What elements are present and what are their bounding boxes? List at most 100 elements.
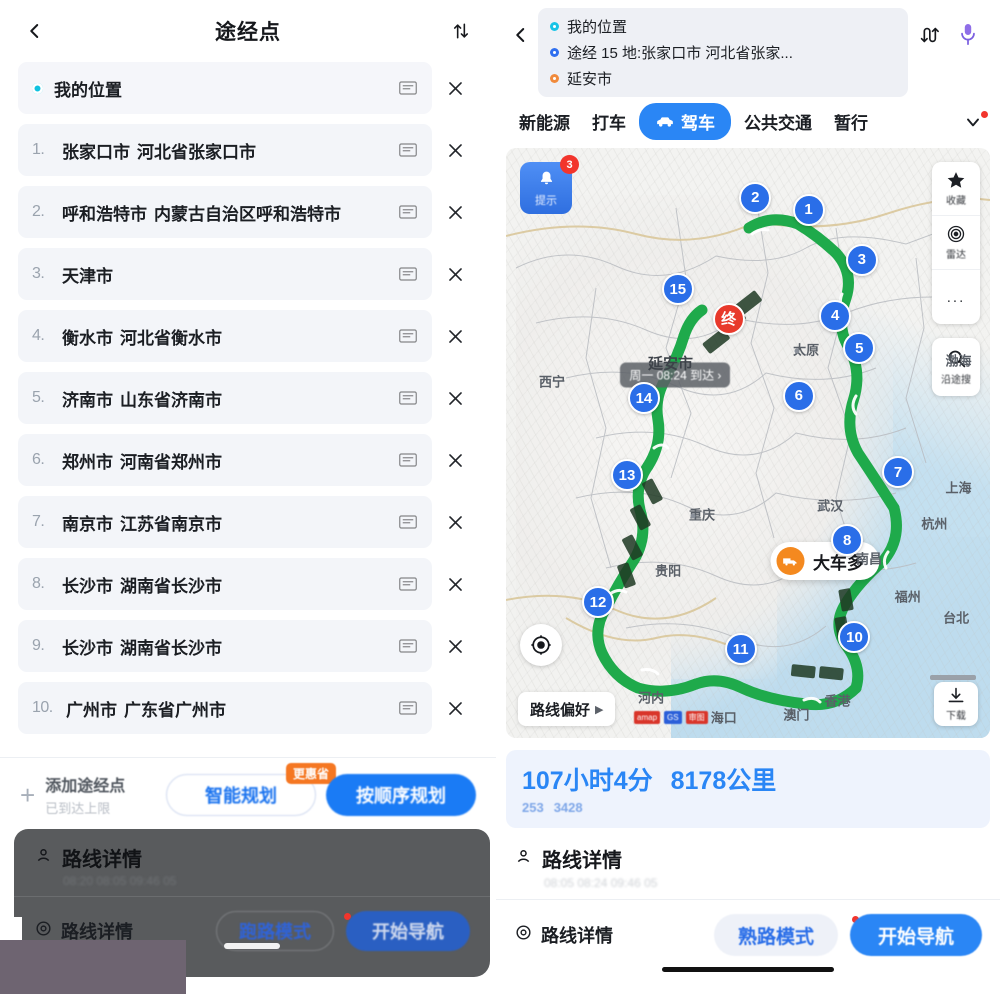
locate-button[interactable] [520, 624, 562, 666]
tips-badge[interactable]: 提示 3 [520, 155, 579, 214]
add-waypoint-texts[interactable]: 添加途经点 已到达上限 [45, 772, 125, 817]
drag-handle-icon[interactable] [398, 576, 418, 592]
list-item[interactable]: 8. 长沙市 湖南省长沙市 [18, 558, 478, 610]
download-button[interactable]: 下载 [934, 682, 978, 726]
favorite-control[interactable]: 收藏 [932, 162, 980, 216]
home-indicator [224, 943, 280, 949]
list-item[interactable]: 7. 南京市 江苏省南京市 [18, 496, 478, 548]
chevron-down-icon[interactable] [956, 110, 990, 132]
waypoint-card[interactable]: 我的位置 [18, 62, 432, 114]
drag-handle-icon[interactable] [398, 700, 418, 716]
download-label: 下载 [946, 711, 966, 722]
waypoint-marker[interactable]: 3 [845, 243, 879, 278]
drag-handle-icon[interactable] [398, 142, 418, 158]
start-navigation-button[interactable]: 开始导航 [346, 911, 470, 951]
waypoint-marker[interactable]: 2 [738, 181, 772, 216]
remove-waypoint-button[interactable] [432, 513, 478, 532]
waypoint-card[interactable]: 9. 长沙市 湖南省长沙市 [18, 620, 432, 672]
drag-handle-icon[interactable] [398, 514, 418, 530]
remove-waypoint-button[interactable] [432, 451, 478, 470]
waypoint-marker[interactable]: 10 [837, 621, 871, 655]
destination-row[interactable]: 延安市 [550, 68, 896, 89]
waypoint-marker[interactable]: 1 [792, 193, 826, 228]
list-item[interactable]: 4. 衡水市 河北省衡水市 [18, 310, 478, 362]
remove-waypoint-button[interactable] [432, 79, 478, 98]
back-button[interactable] [504, 8, 538, 62]
tab-new-energy[interactable]: 新能源 [510, 103, 579, 140]
route-detail-entry[interactable]: 路线详情 [514, 922, 613, 948]
radar-control[interactable]: 雷达 [932, 216, 980, 270]
waypoint-card[interactable]: 7. 南京市 江苏省南京市 [18, 496, 432, 548]
remove-waypoint-button[interactable] [432, 575, 478, 594]
waypoint-card[interactable]: 10. 广州市 广东省广州市 [18, 682, 432, 734]
route-endpoints[interactable]: 我的位置 途经 15 地:张家口市 河北省张家... 延安市 [538, 8, 908, 97]
waypoint-marker[interactable]: 13 [610, 459, 644, 493]
swap-vertical-icon[interactable] [908, 8, 948, 62]
waypoint-card[interactable]: 4. 衡水市 河北省衡水市 [18, 310, 432, 362]
waypoint-marker[interactable]: 5 [842, 332, 876, 366]
waypoint-card[interactable]: 3. 天津市 [18, 248, 432, 300]
tab-public-transit[interactable]: 公共交通 [735, 103, 821, 140]
start-navigation-button[interactable]: 开始导航 [849, 914, 982, 956]
drag-handle-icon[interactable] [398, 80, 418, 96]
waypoint-card[interactable]: 2. 呼和浩特市 内蒙古自治区呼和浩特市 [18, 186, 432, 238]
drag-handle-icon[interactable] [398, 328, 418, 344]
familiar-route-mode-button[interactable]: 熟路模式 [713, 914, 838, 956]
waypoint-marker[interactable]: 12 [581, 586, 615, 620]
list-item[interactable]: 10. 广州市 广东省广州市 [18, 682, 478, 734]
list-item[interactable]: 3. 天津市 [18, 248, 478, 300]
plus-icon[interactable]: + [20, 782, 35, 808]
more-control[interactable]: ... [932, 270, 980, 324]
route-preference-button[interactable]: 路线偏好 ▶ [518, 692, 616, 726]
remove-waypoint-button[interactable] [432, 141, 478, 160]
waypoint-marker[interactable]: 15 [661, 273, 695, 307]
list-item[interactable]: 1. 张家口市 河北省张家口市 [18, 124, 478, 176]
microphone-icon[interactable] [948, 8, 988, 62]
route-summary-card[interactable]: 107小时4分 8178公里 253 3428 [506, 750, 990, 828]
waypoint-marker[interactable]: 6 [782, 379, 816, 414]
drag-handle-icon[interactable] [398, 390, 418, 406]
city-dot-icon [794, 348, 800, 354]
waypoint-name: 张家口市 [62, 142, 130, 162]
waypoint-marker[interactable]: 7 [881, 456, 915, 490]
sort-updown-icon[interactable] [448, 18, 474, 44]
waypoint-marker[interactable]: 4 [818, 299, 852, 334]
list-item[interactable]: 9. 长沙市 湖南省长沙市 [18, 620, 478, 672]
list-item[interactable]: 6. 郑州市 河南省郑州市 [18, 434, 478, 486]
waypoint-list: 我的位置 1. 张家口市 河北省张家口市 2. 呼和浩特市 内蒙古自治区呼和浩特… [0, 62, 496, 734]
tab-driving-label: 驾车 [681, 114, 715, 133]
waypoint-card[interactable]: 5. 济南市 山东省济南市 [18, 372, 432, 424]
drag-handle-icon[interactable] [398, 266, 418, 282]
drag-handle-icon[interactable] [398, 204, 418, 220]
waypoint-marker[interactable]: 14 [627, 382, 661, 416]
locate-target-icon [531, 635, 551, 655]
waypoint-card[interactable]: 1. 张家口市 河北省张家口市 [18, 124, 432, 176]
remove-waypoint-button[interactable] [432, 389, 478, 408]
remove-waypoint-button[interactable] [432, 203, 478, 222]
tab-driving[interactable]: 驾车 [639, 103, 731, 140]
origin-text: 我的位置 [567, 19, 628, 36]
drag-handle-icon[interactable] [398, 452, 418, 468]
tab-taxi[interactable]: 打车 [583, 103, 635, 140]
waypoint-card[interactable]: 6. 郑州市 河南省郑州市 [18, 434, 432, 486]
remove-waypoint-button[interactable] [432, 265, 478, 284]
remove-waypoint-button[interactable] [432, 327, 478, 346]
remove-waypoint-button[interactable] [432, 637, 478, 656]
tab-cycling[interactable]: 暂行 [825, 103, 877, 140]
list-item[interactable]: 2. 呼和浩特市 内蒙古自治区呼和浩特市 [18, 186, 478, 238]
download-icon [948, 687, 964, 703]
waypoints-row[interactable]: 途经 15 地:张家口市 河北省张家... [550, 42, 896, 63]
route-map[interactable]: 提示 3 收藏 雷达 ... 沿途搜 周一 08:24 到达 › 大车多 1 2… [506, 148, 990, 738]
waypoint-card[interactable]: 8. 长沙市 湖南省长沙市 [18, 558, 432, 610]
origin-row[interactable]: 我的位置 [550, 16, 896, 37]
back-button[interactable] [22, 18, 48, 44]
list-item[interactable]: 5. 济南市 山东省济南市 [18, 372, 478, 424]
waypoint-marker[interactable]: 11 [724, 633, 758, 667]
order-plan-button[interactable]: 按顺序规划 [326, 773, 476, 816]
tips-label: 提示 [535, 194, 557, 207]
watermark-badge: 审图 [685, 711, 708, 724]
remove-waypoint-button[interactable] [432, 699, 478, 718]
destination-marker[interactable]: 终 [712, 302, 746, 337]
list-item[interactable]: 我的位置 [18, 62, 478, 114]
drag-handle-icon[interactable] [398, 638, 418, 654]
